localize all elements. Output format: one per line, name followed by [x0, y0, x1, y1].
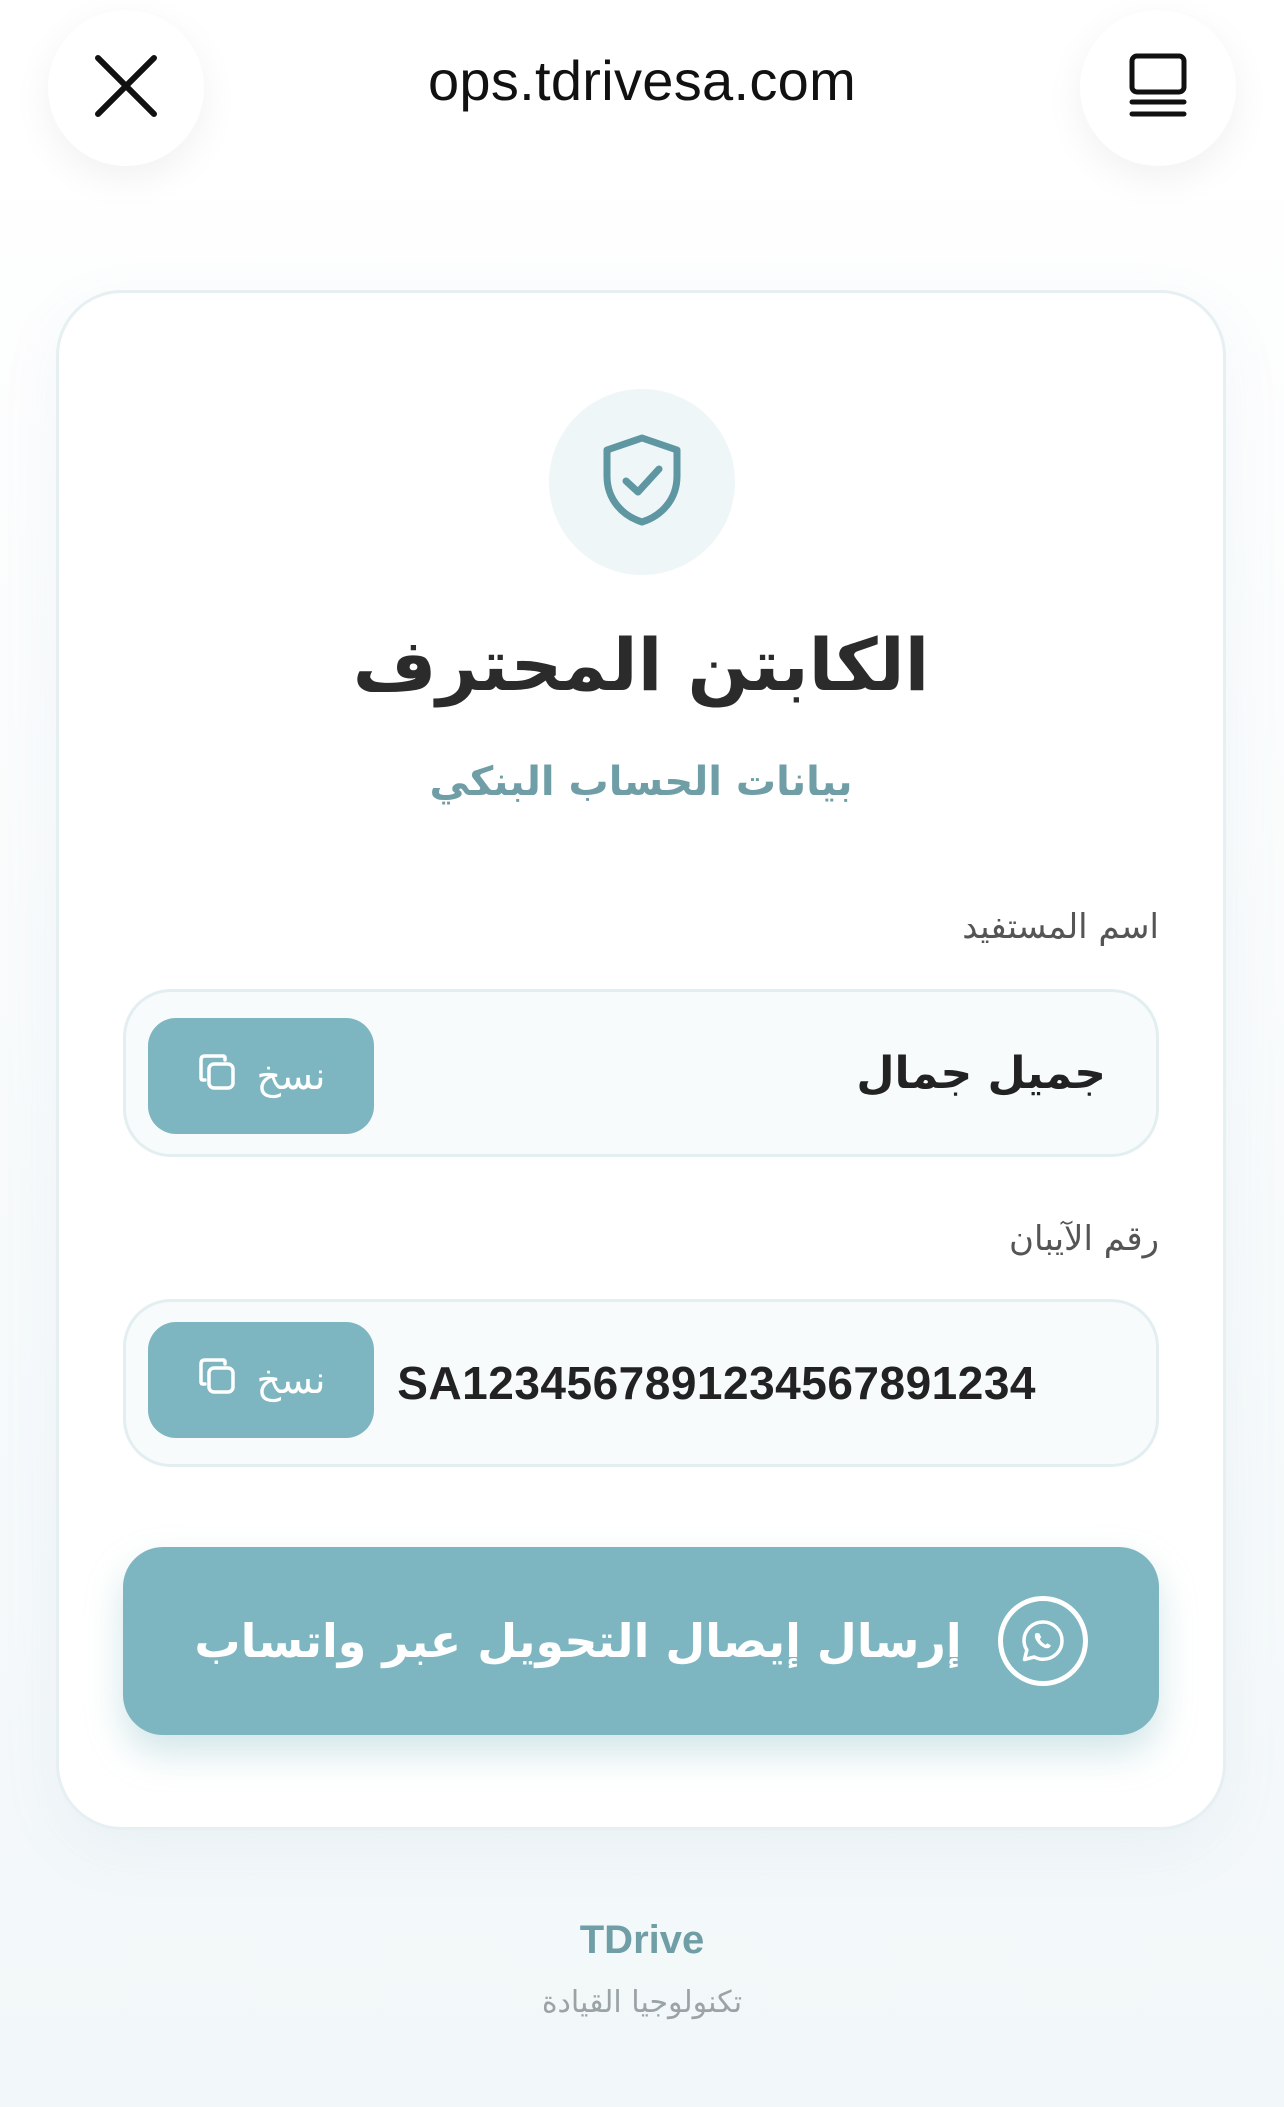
reader-mode-button[interactable] [1080, 10, 1236, 166]
footer-brand: TDrive [579, 1918, 705, 1962]
copy-label: نسخ [256, 1054, 326, 1098]
iban-value: SA1234567891234567891234 [397, 1357, 1036, 1409]
whatsapp-icon [997, 1596, 1088, 1686]
reader-mode-icon [1126, 50, 1190, 126]
bank-details-card: الكابتن المحترف بيانات الحساب البنكي اسم… [56, 290, 1226, 1830]
send-receipt-label: إرسال إيصال التحويل عبر واتساب [194, 1614, 962, 1668]
shield-badge [549, 389, 735, 575]
send-receipt-whatsapp-button[interactable]: إرسال إيصال التحويل عبر واتساب [123, 1547, 1159, 1735]
beneficiary-value: جميل جمال [856, 1047, 1106, 1099]
copy-label: نسخ [256, 1358, 326, 1402]
iban-label: رقم الآيبان [1009, 1219, 1159, 1259]
copy-icon [197, 1052, 237, 1101]
browser-toolbar: ops.tdrivesa.com [0, 0, 1284, 200]
copy-beneficiary-button[interactable]: نسخ [148, 1018, 374, 1134]
iban-field: SA1234567891234567891234 نسخ [123, 1299, 1159, 1467]
copy-icon [197, 1356, 237, 1405]
page-subtitle: بيانات الحساب البنكي [429, 759, 853, 805]
beneficiary-label: اسم المستفيد [962, 907, 1159, 947]
beneficiary-field: جميل جمال نسخ [123, 989, 1159, 1157]
footer-tagline: تكنولوجيا القيادة [541, 1985, 743, 2020]
shield-check-icon [599, 432, 685, 532]
url-text[interactable]: ops.tdrivesa.com [300, 48, 984, 113]
page-title: الكابتن المحترف [352, 623, 930, 707]
copy-iban-button[interactable]: نسخ [148, 1322, 374, 1438]
close-icon [90, 50, 162, 126]
close-button[interactable] [48, 10, 204, 166]
